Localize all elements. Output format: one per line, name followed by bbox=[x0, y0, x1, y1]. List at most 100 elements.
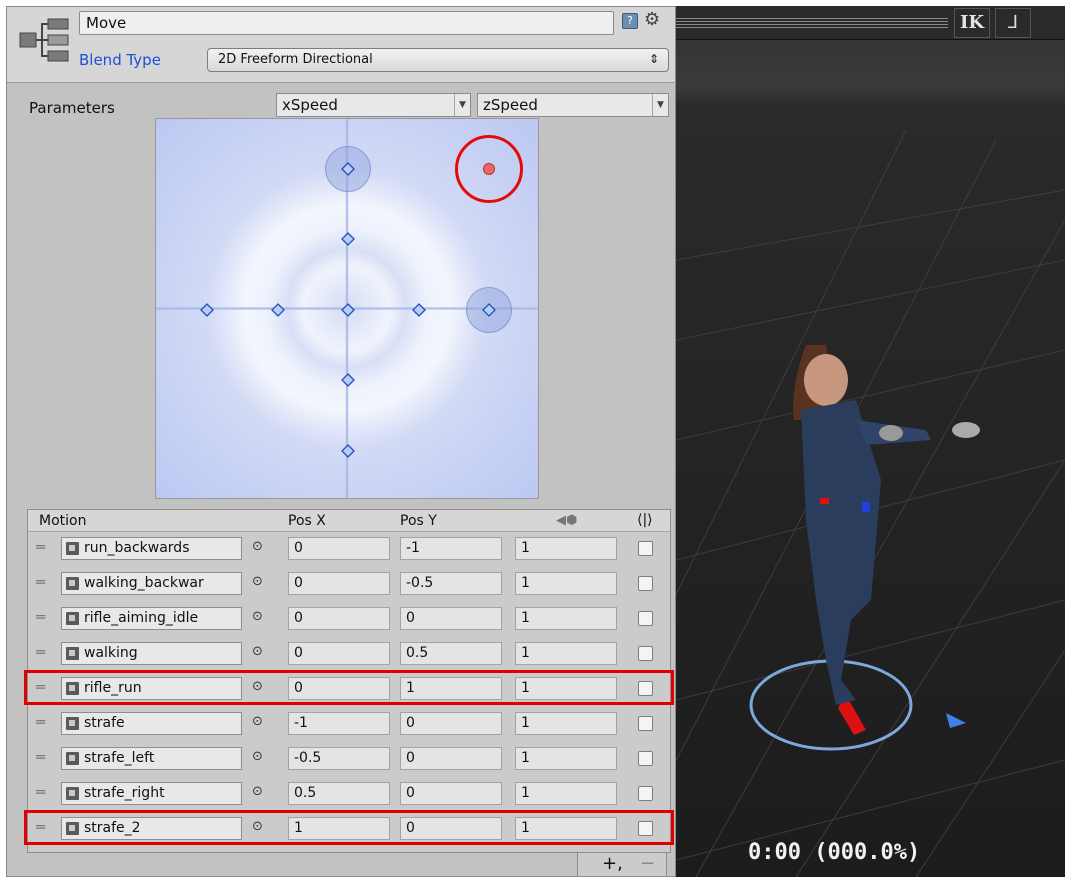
drag-handle-icon[interactable]: ═ bbox=[36, 644, 50, 660]
motion-clip-field[interactable]: walking_backwar bbox=[61, 572, 242, 595]
pos-y-field[interactable]: 0.5 bbox=[400, 642, 502, 665]
object-picker-icon[interactable]: ⊙ bbox=[252, 679, 263, 694]
object-picker-icon[interactable]: ⊙ bbox=[252, 609, 263, 624]
speed-field[interactable]: 1 bbox=[515, 642, 617, 665]
mirror-checkbox[interactable] bbox=[638, 681, 653, 696]
object-picker-icon[interactable]: ⊙ bbox=[252, 749, 263, 764]
motion-row: ═ strafe_2 ⊙ 1 0 1 bbox=[28, 814, 670, 844]
motion-row: ═ walking_backwar ⊙ 0 -0.5 1 bbox=[28, 569, 670, 599]
add-motion-button[interactable]: +, bbox=[602, 853, 623, 874]
blend-type-dropdown[interactable]: 2D Freeform Directional ⇕ bbox=[207, 48, 669, 72]
mirror-checkbox[interactable] bbox=[638, 716, 653, 731]
state-name-field[interactable]: Move bbox=[79, 11, 614, 35]
inspector-header: Move ? ⚙ Blend Type 2D Freeform Directio… bbox=[7, 7, 675, 83]
timeline-scrubber[interactable] bbox=[676, 18, 948, 28]
pivot-icon[interactable]: ⅃ bbox=[995, 8, 1031, 38]
pos-y-field[interactable]: 1 bbox=[400, 677, 502, 700]
pos-x-field[interactable]: -1 bbox=[288, 712, 390, 735]
object-picker-icon[interactable]: ⊙ bbox=[252, 574, 263, 589]
blend-node[interactable] bbox=[341, 232, 355, 246]
speed-field[interactable]: 1 bbox=[515, 572, 617, 595]
drag-handle-icon[interactable]: ═ bbox=[36, 714, 50, 730]
dropdown-arrow-icon: ▼ bbox=[454, 94, 470, 116]
drag-handle-icon[interactable]: ═ bbox=[36, 749, 50, 765]
help-icon[interactable]: ? bbox=[622, 13, 638, 29]
blend-node[interactable] bbox=[341, 161, 355, 176]
speed-field[interactable]: 1 bbox=[515, 712, 617, 735]
pos-y-field[interactable]: 0 bbox=[400, 782, 502, 805]
motion-clip-field[interactable]: run_backwards bbox=[61, 537, 242, 560]
pos-x-field[interactable]: 1 bbox=[288, 817, 390, 840]
blend-node[interactable] bbox=[341, 302, 355, 317]
pos-x-field[interactable]: -0.5 bbox=[288, 747, 390, 770]
scene-preview[interactable]: IK ⅃ 0:00 (000.0%) bbox=[676, 6, 1065, 877]
motion-row: ═ strafe_left ⊙ -0.5 0 1 bbox=[28, 744, 670, 774]
motion-clip-field[interactable]: strafe bbox=[61, 712, 242, 735]
clip-icon bbox=[66, 717, 79, 730]
x-parameter-dropdown[interactable]: xSpeed ▼ bbox=[276, 93, 471, 117]
blend-node[interactable] bbox=[411, 302, 426, 317]
dropdown-arrow-icon: ▼ bbox=[652, 94, 668, 116]
motion-clip-field[interactable]: rifle_run bbox=[61, 677, 242, 700]
object-picker-icon[interactable]: ⊙ bbox=[252, 784, 263, 799]
speed-field[interactable]: 1 bbox=[515, 677, 617, 700]
mirror-checkbox[interactable] bbox=[638, 541, 653, 556]
blend-graph[interactable] bbox=[155, 118, 539, 499]
blend-node[interactable] bbox=[482, 302, 496, 317]
motion-clip-field[interactable]: walking bbox=[61, 642, 242, 665]
motion-clip-field[interactable]: strafe_2 bbox=[61, 817, 242, 840]
pos-x-field[interactable]: 0 bbox=[288, 572, 390, 595]
gear-icon[interactable]: ⚙ bbox=[644, 9, 660, 30]
pos-y-field[interactable]: -1 bbox=[400, 537, 502, 560]
blend-type-value: 2D Freeform Directional bbox=[218, 52, 373, 67]
blend-node[interactable] bbox=[270, 302, 285, 317]
pos-y-field[interactable]: 0 bbox=[400, 817, 502, 840]
mirror-checkbox[interactable] bbox=[638, 576, 653, 591]
blend-node[interactable] bbox=[341, 373, 355, 387]
mirror-checkbox[interactable] bbox=[638, 821, 653, 836]
y-parameter-dropdown[interactable]: zSpeed ▼ bbox=[477, 93, 669, 117]
inspector-panel: Move ? ⚙ Blend Type 2D Freeform Directio… bbox=[6, 6, 676, 877]
remove-motion-button[interactable]: − bbox=[640, 853, 655, 874]
mirror-checkbox[interactable] bbox=[638, 786, 653, 801]
pos-x-field[interactable]: 0 bbox=[288, 607, 390, 630]
pos-x-field[interactable]: 0.5 bbox=[288, 782, 390, 805]
speed-field[interactable]: 1 bbox=[515, 782, 617, 805]
object-picker-icon[interactable]: ⊙ bbox=[252, 539, 263, 554]
mirror-checkbox[interactable] bbox=[638, 646, 653, 661]
mirror-checkbox[interactable] bbox=[638, 751, 653, 766]
drag-handle-icon[interactable]: ═ bbox=[36, 784, 50, 800]
pos-y-field[interactable]: -0.5 bbox=[400, 572, 502, 595]
drag-handle-icon[interactable]: ═ bbox=[36, 819, 50, 835]
highlight-circle bbox=[455, 134, 523, 203]
motion-header: Motion bbox=[39, 513, 87, 529]
object-picker-icon[interactable]: ⊙ bbox=[252, 644, 263, 659]
speed-field[interactable]: 1 bbox=[515, 817, 617, 840]
speed-field[interactable]: 1 bbox=[515, 537, 617, 560]
object-picker-icon[interactable]: ⊙ bbox=[252, 819, 263, 834]
mirror-checkbox[interactable] bbox=[638, 611, 653, 626]
pos-y-field[interactable]: 0 bbox=[400, 712, 502, 735]
clip-icon bbox=[66, 647, 79, 660]
drag-handle-icon[interactable]: ═ bbox=[36, 539, 50, 555]
motion-clip-name: strafe_left bbox=[84, 750, 155, 766]
drag-handle-icon[interactable]: ═ bbox=[36, 574, 50, 590]
pos-y-field[interactable]: 0 bbox=[400, 747, 502, 770]
pos-y-field[interactable]: 0 bbox=[400, 607, 502, 630]
motion-clip-field[interactable]: rifle_aiming_idle bbox=[61, 607, 242, 630]
motion-clip-field[interactable]: strafe_left bbox=[61, 747, 242, 770]
blend-node[interactable] bbox=[341, 443, 355, 458]
speed-field[interactable]: 1 bbox=[515, 607, 617, 630]
drag-handle-icon[interactable]: ═ bbox=[36, 609, 50, 625]
pos-x-field[interactable]: 0 bbox=[288, 642, 390, 665]
pos-x-field[interactable]: 0 bbox=[288, 537, 390, 560]
pos-x-field[interactable]: 0 bbox=[288, 677, 390, 700]
ik-toggle-button[interactable]: IK bbox=[954, 8, 990, 38]
motion-clip-name: strafe_right bbox=[84, 785, 165, 801]
speed-field[interactable]: 1 bbox=[515, 747, 617, 770]
blend-node[interactable] bbox=[200, 302, 214, 317]
clip-icon bbox=[66, 682, 79, 695]
object-picker-icon[interactable]: ⊙ bbox=[252, 714, 263, 729]
drag-handle-icon[interactable]: ═ bbox=[36, 679, 50, 695]
motion-clip-field[interactable]: strafe_right bbox=[61, 782, 242, 805]
